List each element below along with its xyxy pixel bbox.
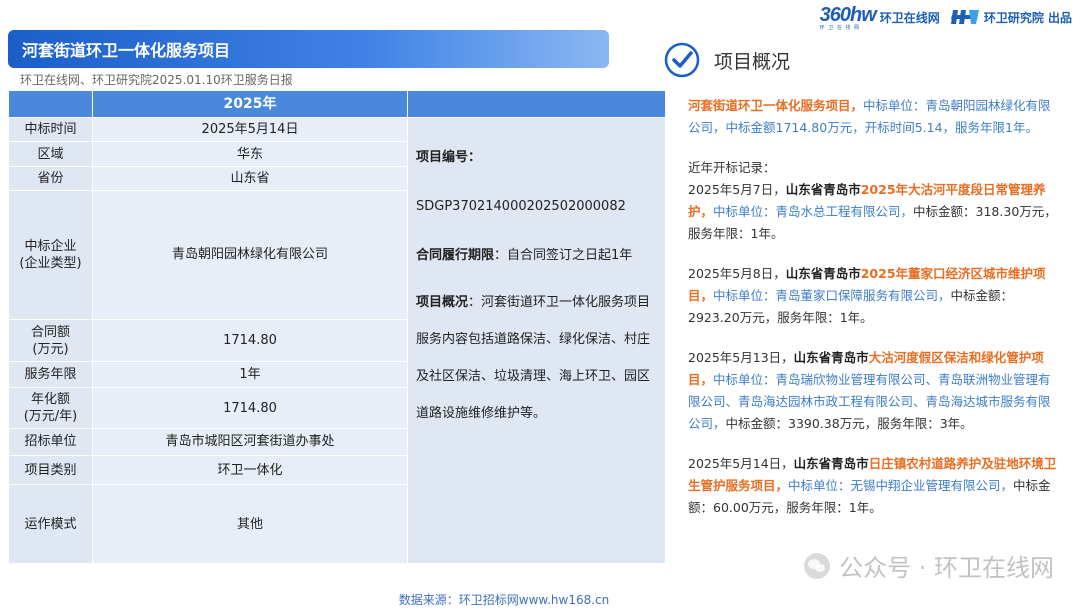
row-label: 招标单位 (8, 427, 93, 457)
records-title: 近年开标记录： (688, 160, 776, 175)
project-title-bar: 河套街道环卫一体化服务项目 (8, 30, 609, 68)
publisher-logo[interactable]: 环卫研究院 出品 (950, 6, 1072, 28)
contract-period-block: 合同履行期限：自合同签订之日起1年 (416, 244, 659, 269)
check-circle-icon (664, 42, 700, 78)
row-label: 中标时间 (8, 117, 93, 143)
brand-bar: 360hw 环 卫 在 线 网 环卫在线网 环卫研究院 出品 (820, 4, 1072, 31)
overview-text: 河套街道环卫一体化服务项目，中标单位：青岛朝阳园林绿化有限公司，中标金额1714… (688, 95, 1060, 537)
row-label: 服务年限 (8, 361, 93, 389)
overview-title: 项目概况 (714, 50, 791, 73)
table-row: 中标时间 2025年5月14日 项目编号： SDGP37021400020250… (8, 117, 666, 564)
site-name: 环卫在线网 (879, 10, 940, 25)
intro-project: 河套街道环卫一体化服务项目， (688, 98, 864, 113)
row-label: 合同额 (万元) (8, 318, 93, 363)
record-place: 山东省青岛市 (785, 182, 861, 197)
overview-heading: 项目概况 (664, 42, 790, 78)
project-number: SDGP370214000202502000082 (416, 199, 626, 215)
row-label: 区域 (8, 141, 93, 167)
record-rest: 中标金额：3390.38万元，服务年限：3年。 (725, 416, 973, 431)
records-block: 近年开标记录： 2025年5月7日，山东省青岛市2025年大沽河平度段日常管理养… (688, 157, 1060, 245)
row-value: 1714.80 (92, 387, 408, 429)
row-label: 年化额 (万元/年) (8, 387, 93, 429)
table-header-row: 2025年 (8, 89, 666, 119)
site-logo-subtext: 环 卫 在 线 网 (819, 24, 860, 31)
project-number-block: 项目编号： SDGP370214000202502000082 (416, 146, 659, 220)
record-item: 2025年5月13日，山东省青岛市大沽河度假区保洁和绿化管护项目，中标单位：青岛… (688, 347, 1060, 435)
row-value: 青岛朝阳园林绿化有限公司 (92, 189, 408, 320)
page-title: 河套街道环卫一体化服务项目 (22, 41, 231, 60)
header-blank-cell (407, 89, 666, 119)
row-value: 华东 (92, 141, 408, 167)
record-place: 山东省青岛市 (793, 456, 869, 471)
row-value: 1714.80 (92, 318, 408, 363)
project-overview-value: ：河套街道环卫一体化服务项目服务内容包括道路保洁、绿化保洁、村庄及社区保洁、垃圾… (416, 295, 651, 422)
watermark-text: 公众号 · 环卫在线网 (839, 554, 1054, 582)
row-label: 项目类别 (8, 455, 93, 486)
site-logo-text: 360hw (819, 3, 877, 26)
row-value: 青岛市城阳区河套街道办事处 (92, 427, 408, 457)
row-value: 环卫一体化 (92, 455, 408, 486)
publisher-name: 环卫研究院 出品 (983, 10, 1072, 25)
wechat-watermark: 公众号 · 环卫在线网 (803, 548, 1054, 583)
record-winner: 中标单位：青岛董家口保障服务有限公司， (713, 288, 951, 303)
source-line: 环卫在线网、环卫研究院2025.01.10环卫服务日报 (20, 73, 293, 87)
row-value: 2025年5月14日 (92, 117, 408, 143)
row-value: 1年 (92, 361, 408, 389)
project-overview-label: 项目概况 (416, 295, 469, 311)
wechat-icon (804, 552, 831, 579)
record-place: 山东省青岛市 (785, 266, 861, 281)
overview-intro: 河套街道环卫一体化服务项目，中标单位：青岛朝阳园林绿化有限公司，中标金额1714… (688, 95, 1060, 139)
record-item: 2025年5月14日，山东省青岛市日庄镇农村道路养护及驻地环境卫生管护服务项目，… (688, 453, 1060, 519)
data-source-footer: 数据来源：环卫招标网www.hw168.cn (398, 593, 610, 607)
year-header: 2025年 (92, 89, 408, 119)
row-value: 其他 (92, 484, 408, 564)
project-info-table: 2025年 中标时间 2025年5月14日 项目编号： SDGP37021400… (8, 89, 666, 564)
row-label: 中标企业 (企业类型) (8, 189, 93, 320)
record-winner: 中标单位：青岛水总工程有限公司， (713, 204, 914, 219)
row-value: 山东省 (92, 165, 408, 191)
header-blank-cell (8, 89, 93, 119)
project-overview-block: 项目概况：河套街道环卫一体化服务项目服务内容包括道路保洁、绿化保洁、村庄及社区保… (416, 284, 659, 432)
hw-logo-icon (950, 10, 979, 24)
record-date: 2025年5月14日， (688, 456, 794, 471)
record-date: 2025年5月13日， (688, 350, 794, 365)
record-item: 2025年5月8日，山东省青岛市2025年董家口经济区城市维护项目，中标单位：青… (688, 263, 1060, 329)
contract-period-label: 合同履行期限 (416, 247, 495, 263)
site-logo[interactable]: 360hw 环 卫 在 线 网 环卫在线网 (820, 4, 940, 31)
row-label: 省份 (8, 165, 93, 191)
row-label: 运作模式 (8, 484, 93, 564)
project-description-cell: 项目编号： SDGP370214000202502000082 合同履行期限：自… (407, 117, 666, 564)
record-place: 山东省青岛市 (793, 350, 869, 365)
record-winner: 中标单位：无锡中翔企业管理有限公司， (788, 478, 1014, 493)
project-number-label: 项目编号： (416, 150, 482, 166)
record-date: 2025年5月7日， (688, 182, 786, 197)
contract-period-value: ：自合同签订之日起1年 (494, 247, 633, 263)
record-date: 2025年5月8日， (688, 266, 786, 281)
